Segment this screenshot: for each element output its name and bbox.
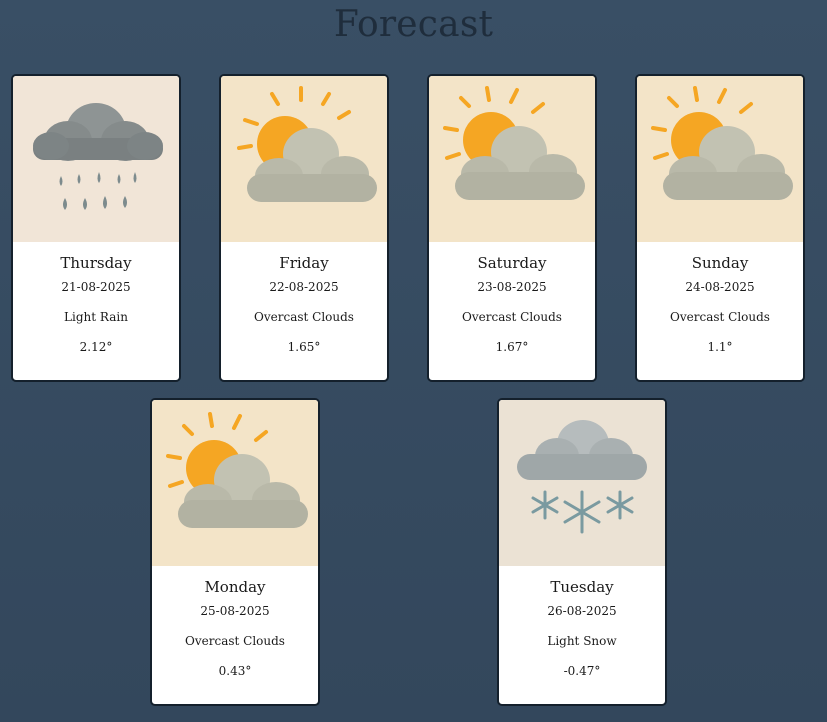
forecast-temperature: 2.12° (79, 340, 113, 354)
forecast-day: Friday (279, 254, 329, 272)
sun-behind-cloud-icon (429, 76, 595, 242)
forecast-card-monday[interactable]: Monday 25-08-2025 Overcast Clouds 0.43° (150, 398, 320, 706)
forecast-description: Overcast Clouds (185, 634, 285, 648)
forecast-date: 26-08-2025 (547, 604, 617, 618)
forecast-day: Thursday (60, 254, 132, 272)
forecast-day: Monday (204, 578, 266, 596)
sun-behind-cloud-icon (637, 76, 803, 242)
forecast-temperature: 1.1° (707, 340, 733, 354)
forecast-temperature: 1.67° (495, 340, 529, 354)
forecast-card-saturday[interactable]: Saturday 23-08-2025 Overcast Clouds 1.67… (427, 74, 597, 382)
rain-cloud-icon (13, 76, 179, 242)
forecast-date: 21-08-2025 (61, 280, 131, 294)
forecast-temperature: 0.43° (218, 664, 252, 678)
forecast-description: Light Snow (547, 634, 617, 648)
forecast-temperature: -0.47° (563, 664, 601, 678)
forecast-day: Tuesday (550, 578, 614, 596)
page-title: Forecast (333, 4, 494, 45)
forecast-day: Saturday (477, 254, 547, 272)
forecast-card-friday[interactable]: Friday 22-08-2025 Overcast Clouds 1.65° (219, 74, 389, 382)
forecast-description: Overcast Clouds (670, 310, 770, 324)
forecast-description: Overcast Clouds (462, 310, 562, 324)
sun-behind-cloud-icon (221, 76, 387, 242)
forecast-date: 23-08-2025 (477, 280, 547, 294)
snow-cloud-icon (499, 400, 665, 566)
forecast-date: 25-08-2025 (200, 604, 270, 618)
forecast-date: 24-08-2025 (685, 280, 755, 294)
forecast-temperature: 1.65° (287, 340, 321, 354)
forecast-description: Light Rain (64, 310, 128, 324)
forecast-description: Overcast Clouds (254, 310, 354, 324)
forecast-card-sunday[interactable]: Sunday 24-08-2025 Overcast Clouds 1.1° (635, 74, 805, 382)
sun-behind-cloud-icon (152, 400, 318, 566)
forecast-card-thursday[interactable]: Thursday 21-08-2025 Light Rain 2.12° (11, 74, 181, 382)
forecast-day: Sunday (691, 254, 749, 272)
forecast-card-tuesday[interactable]: Tuesday 26-08-2025 Light Snow -0.47° (497, 398, 667, 706)
forecast-date: 22-08-2025 (269, 280, 339, 294)
